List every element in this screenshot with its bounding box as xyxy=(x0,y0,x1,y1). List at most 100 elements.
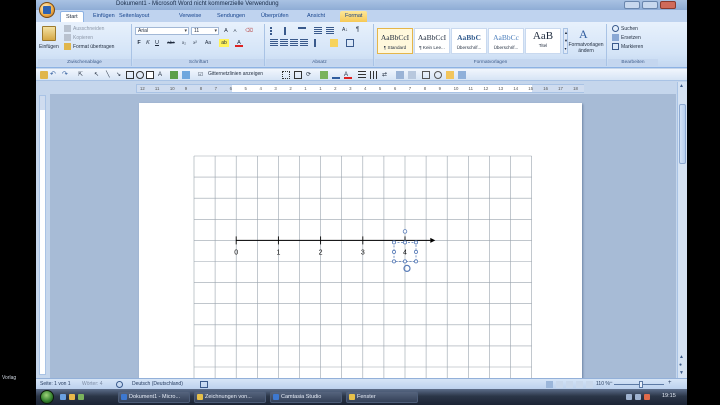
change-styles-button[interactable]: Formatvorlagen ändern xyxy=(568,42,604,54)
subscript-button[interactable]: x₂ xyxy=(179,39,189,47)
clear-format-icon[interactable]: ⌫ xyxy=(245,27,253,35)
decrease-indent-icon[interactable] xyxy=(314,27,322,35)
change-case-button[interactable]: Aa xyxy=(203,39,213,47)
horizontal-ruler[interactable]: 12 11 10 9 8 7 6 5 4 3 2 1 1 2 3 4 5 6 7 8 9 10 11 12 13 14 15 16 17… xyxy=(136,84,584,93)
change-styles-icon[interactable]: A xyxy=(579,27,593,41)
zoom-out-icon[interactable]: − xyxy=(609,380,613,386)
zoom-slider-knob[interactable] xyxy=(639,381,643,388)
send-backward-icon[interactable] xyxy=(458,71,466,79)
align-left-icon[interactable] xyxy=(270,39,278,47)
quicklaunch-media-icon[interactable] xyxy=(78,394,84,400)
cut-button[interactable]: Ausschneiden xyxy=(64,25,104,33)
bold-button[interactable]: F xyxy=(135,39,143,47)
quicklaunch-ie-icon[interactable] xyxy=(60,394,66,400)
style-heading-2[interactable]: AaBbCc Überschrif... xyxy=(488,28,524,54)
line-color-icon[interactable] xyxy=(332,71,340,79)
taskbar-item-zeichnungen[interactable]: Zeichnungen von... xyxy=(194,391,266,403)
highlight-button[interactable]: ab xyxy=(219,39,229,47)
bring-forward-icon[interactable] xyxy=(446,71,454,79)
superscript-button[interactable]: x² xyxy=(190,39,200,47)
font-size-combo[interactable]: 11 xyxy=(191,27,219,35)
tab-verweise[interactable]: Verweise xyxy=(174,11,206,22)
pointer-icon[interactable]: ↖ xyxy=(94,71,102,79)
line-icon[interactable]: ╲ xyxy=(106,71,114,79)
rotate-icon[interactable]: ⟳ xyxy=(306,71,314,79)
wordart-icon[interactable]: A xyxy=(158,71,166,79)
tab-seitenlayout[interactable]: Seitenlayout xyxy=(114,11,154,22)
dash-style-icon[interactable] xyxy=(370,71,378,79)
rectangle-icon[interactable] xyxy=(126,71,134,79)
style-standard[interactable]: AaBbCcI ¶ Standard xyxy=(377,28,413,54)
view-draft-icon[interactable] xyxy=(586,381,593,388)
borders-icon[interactable] xyxy=(346,39,354,47)
next-page-icon[interactable]: ▼ xyxy=(679,370,684,376)
word-count[interactable]: Wörter: 4 xyxy=(82,381,103,387)
tab-ueberpruefen[interactable]: Überprüfen xyxy=(256,11,294,22)
vertical-ruler[interactable] xyxy=(39,95,46,375)
view-print-layout-icon[interactable] xyxy=(546,381,553,388)
taskbar-item-camtasia[interactable]: Camtasia Studio xyxy=(270,391,342,403)
zoom-level[interactable]: 110 % xyxy=(596,381,610,387)
proofing-icon[interactable] xyxy=(116,381,123,388)
view-full-screen-icon[interactable] xyxy=(556,381,563,388)
close-button[interactable] xyxy=(660,1,676,9)
clipart-icon[interactable] xyxy=(170,71,178,79)
bullets-icon[interactable] xyxy=(270,27,278,35)
fill-color-icon[interactable] xyxy=(320,71,328,79)
copy-button[interactable]: Kopieren xyxy=(64,34,93,42)
tab-sendungen[interactable]: Sendungen xyxy=(212,11,250,22)
underline-button[interactable]: U xyxy=(153,39,161,47)
scroll-thumb[interactable] xyxy=(679,104,686,164)
multilevel-list-icon[interactable] xyxy=(298,27,306,35)
line-style-icon[interactable] xyxy=(358,71,366,79)
grow-font-icon[interactable]: A xyxy=(222,27,230,35)
arrow-icon[interactable]: ↘ xyxy=(116,71,124,79)
strikethrough-button[interactable]: abe xyxy=(165,39,177,47)
find-button[interactable]: Suchen xyxy=(612,25,638,33)
replace-button[interactable]: Ersetzen xyxy=(612,34,641,42)
macro-record-icon[interactable] xyxy=(200,381,208,388)
sort-icon[interactable]: A↓ xyxy=(342,27,350,35)
style-no-spacing[interactable]: AaBbCcI ¶ Kein Lee... xyxy=(414,28,450,54)
group-shapes-icon[interactable] xyxy=(422,71,430,79)
paste-icon[interactable] xyxy=(42,26,56,41)
save-icon[interactable] xyxy=(40,71,48,79)
taskbar-item-fenster[interactable]: Fenster xyxy=(346,391,418,403)
tab-ansicht[interactable]: Ansicht xyxy=(302,11,330,22)
gridlines-checkbox[interactable]: ☑ xyxy=(198,71,206,79)
taskbar-item-word[interactable]: Dokument1 - Micro... xyxy=(118,391,190,403)
view-outline-icon[interactable] xyxy=(576,381,583,388)
grid-icon[interactable] xyxy=(282,71,290,79)
select-browse-object-icon[interactable]: ● xyxy=(679,362,682,368)
tray-record-icon[interactable] xyxy=(644,394,650,400)
font-name-combo[interactable]: Arial xyxy=(135,27,189,35)
style-heading-1[interactable]: AaBbC Überschrif... xyxy=(451,28,487,54)
redo-icon[interactable]: ↷ xyxy=(62,71,70,79)
line-spacing-icon[interactable] xyxy=(314,39,322,47)
vertical-scrollbar[interactable]: ▲ ▲ ● ▼ xyxy=(677,82,687,378)
paste-button[interactable]: Einfügen xyxy=(39,43,59,51)
office-button[interactable] xyxy=(39,2,55,18)
quicklaunch-folder-icon[interactable] xyxy=(69,394,75,400)
shrink-font-icon[interactable]: A xyxy=(231,27,239,35)
tab-start[interactable]: Start xyxy=(60,11,84,22)
view-web-icon[interactable] xyxy=(566,381,573,388)
align-right-icon[interactable] xyxy=(290,39,298,47)
align-center-icon[interactable] xyxy=(280,39,288,47)
tab-format[interactable]: Format xyxy=(340,11,368,22)
pilcrow-icon[interactable]: ¶ xyxy=(356,27,364,35)
textbox-icon[interactable] xyxy=(146,71,154,79)
prev-page-icon[interactable]: ▲ xyxy=(679,354,684,360)
numbering-icon[interactable] xyxy=(284,27,292,35)
style-title[interactable]: AaB Titel xyxy=(525,28,561,54)
document-page[interactable]: 0 1 2 3 4 xyxy=(139,103,582,378)
zoom-in-icon[interactable]: + xyxy=(668,380,672,386)
start-button[interactable] xyxy=(40,390,54,404)
increase-indent-icon[interactable] xyxy=(326,27,334,35)
arrow-style-icon[interactable]: ⇄ xyxy=(382,71,390,79)
language-label[interactable]: Deutsch (Deutschland) xyxy=(132,381,183,387)
align-icon[interactable] xyxy=(294,71,302,79)
page-count[interactable]: Seite: 1 von 1 xyxy=(40,381,71,387)
picture-icon[interactable] xyxy=(182,71,190,79)
tray-volume-icon[interactable] xyxy=(635,394,641,400)
